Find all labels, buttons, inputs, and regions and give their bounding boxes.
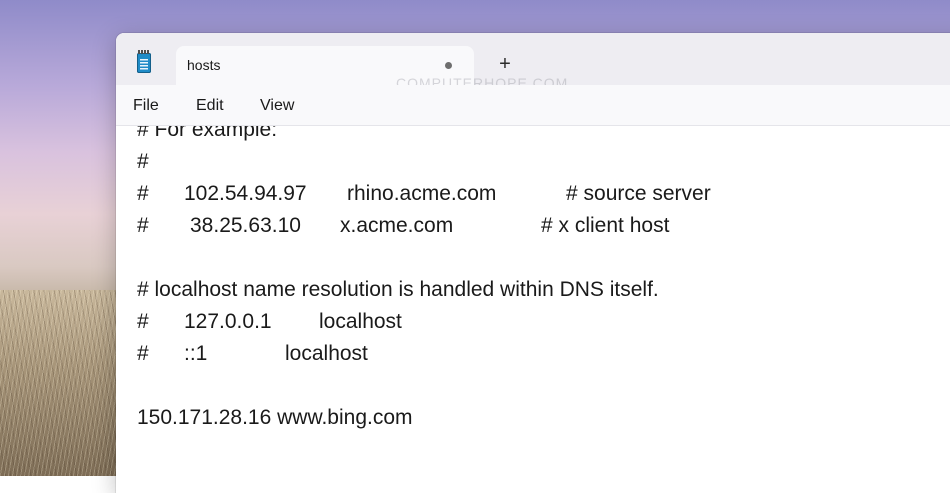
row2-hash: # xyxy=(137,214,149,237)
menu-edit[interactable]: Edit xyxy=(196,97,224,115)
menu-bar: File Edit View xyxy=(116,85,950,126)
editor-line-localhost-comment: # localhost name resolution is handled w… xyxy=(137,278,659,301)
editor-line-hash: # xyxy=(137,150,149,173)
unsaved-dot-icon[interactable] xyxy=(445,62,452,69)
new-tab-button[interactable]: + xyxy=(494,54,516,76)
notepad-spiral xyxy=(138,50,150,54)
notepad-icon xyxy=(137,50,151,73)
tab-label: hosts xyxy=(187,57,221,73)
row4-hash: # xyxy=(137,342,149,365)
row2-comment: # x client host xyxy=(541,214,670,237)
row1-hash: # xyxy=(137,182,149,205)
row1-ip: 102.54.94.97 xyxy=(184,182,307,205)
row2-host: x.acme.com xyxy=(340,214,454,237)
editor-line-example: # For example: xyxy=(137,126,278,141)
row4-host: localhost xyxy=(285,342,368,365)
editor-line-bing: 150.171.28.16 www.bing.com xyxy=(137,406,413,429)
menu-view[interactable]: View xyxy=(260,97,294,115)
row1-comment: # source server xyxy=(566,182,711,205)
row1-host: rhino.acme.com xyxy=(347,182,497,205)
row3-ip: 127.0.0.1 xyxy=(184,310,272,333)
title-bar: hosts + COMPUTERHOPE.COM xyxy=(116,33,950,91)
notepad-window: hosts + COMPUTERHOPE.COM File Edit View … xyxy=(116,33,950,493)
notepad-lines xyxy=(140,59,148,70)
row2-ip: 38.25.63.10 xyxy=(190,214,301,237)
row3-hash: # xyxy=(137,310,149,333)
row4-ip: ::1 xyxy=(184,342,208,365)
menu-file[interactable]: File xyxy=(133,97,159,115)
row3-host: localhost xyxy=(319,310,402,333)
text-editor[interactable]: # For example: # # 102.54.94.97 rhino.ac… xyxy=(116,126,950,493)
